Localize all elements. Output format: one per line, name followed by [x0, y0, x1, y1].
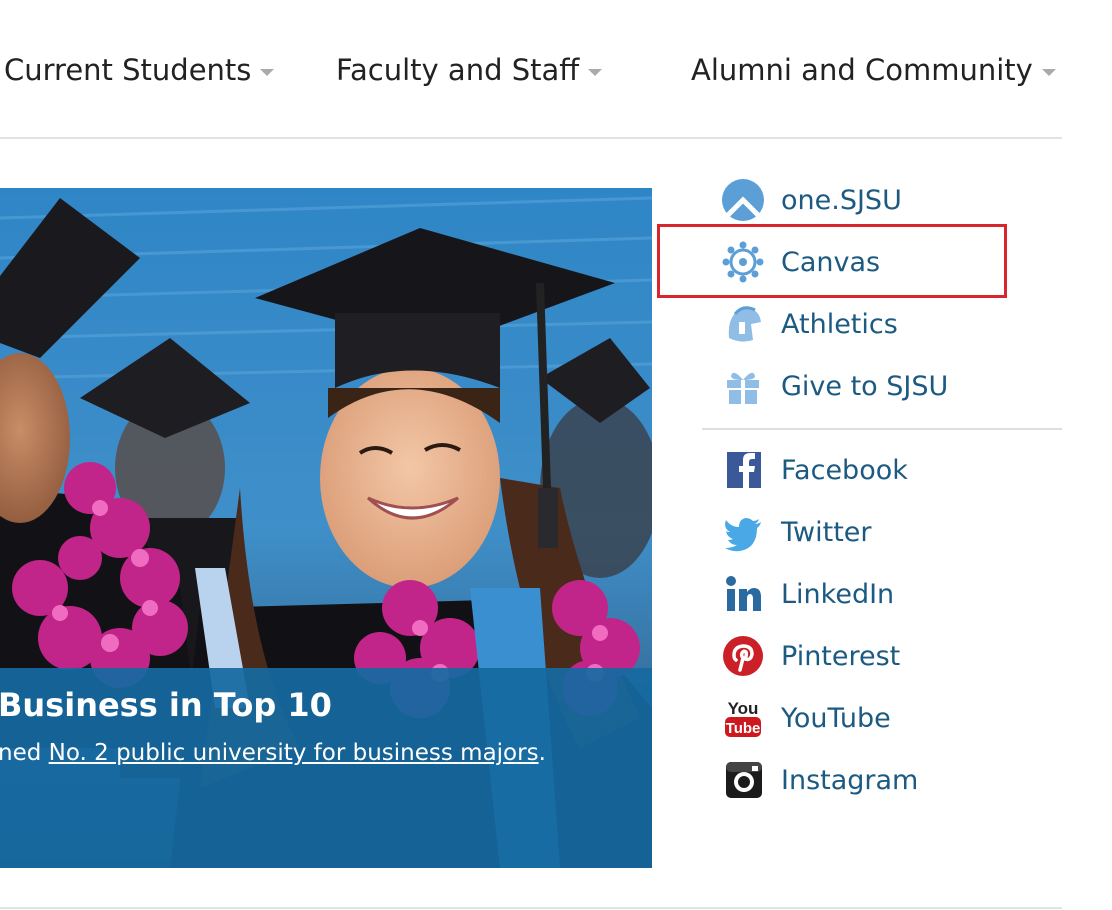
sidebar-link-label: Give to SJSU [781, 370, 949, 402]
twitter-icon [718, 510, 768, 554]
sidebar-link-give[interactable]: Give to SJSU [718, 359, 948, 413]
one-sjsu-icon [718, 178, 768, 222]
caret-down-icon [1041, 68, 1056, 76]
caret-down-icon [588, 68, 603, 76]
gift-icon [718, 364, 768, 408]
sidebar-link-label: Facebook [781, 454, 908, 486]
pinterest-icon [718, 634, 768, 678]
nav-label: Faculty and Staff [336, 53, 580, 87]
social-link-instagram[interactable]: Instagram [718, 753, 918, 807]
hero-title: Business in Top 10 [0, 686, 332, 724]
hero-text: ned No. 2 public university for business… [0, 740, 546, 766]
sidebar-link-canvas[interactable]: Canvas [718, 235, 880, 289]
footer-divider [0, 907, 1062, 909]
nav-label: Current Students [4, 53, 252, 87]
svg-text:Tube: Tube [726, 720, 761, 737]
sidebar-link-label: LinkedIn [781, 578, 895, 610]
caret-down-icon [260, 68, 275, 76]
sidebar-link-label: Twitter [781, 516, 872, 548]
hero-slide[interactable]: Business in Top 10 ned No. 2 public univ… [0, 188, 652, 868]
sidebar-link-label: Canvas [781, 246, 881, 278]
nav-alumni-and-community[interactable]: Alumni and Community [691, 48, 1056, 92]
sidebar-link-athletics[interactable]: Athletics [718, 297, 898, 351]
nav-current-students[interactable]: Current Students [4, 48, 275, 92]
sidebar-link-label: YouTube [781, 702, 891, 734]
hero-text-suffix: . [538, 740, 546, 766]
sidebar-link-label: one.SJSU [781, 184, 902, 216]
social-link-youtube[interactable]: You Tube YouTube [718, 691, 891, 745]
canvas-icon [718, 240, 768, 284]
nav-divider [0, 137, 1062, 139]
nav-label: Alumni and Community [691, 53, 1033, 87]
sidebar-link-label: Athletics [781, 308, 898, 340]
main-nav: Current Students Faculty and Staff Alumn… [0, 0, 1112, 140]
sidebar-link-label: Instagram [781, 764, 919, 796]
sidebar-divider [702, 428, 1062, 430]
facebook-icon [718, 448, 768, 492]
hero-caption: Business in Top 10 ned No. 2 public univ… [0, 668, 652, 868]
social-link-twitter[interactable]: Twitter [718, 505, 872, 559]
instagram-icon [718, 758, 768, 802]
linkedin-icon [718, 572, 768, 616]
sidebar-link-label: Pinterest [781, 640, 901, 672]
social-link-linkedin[interactable]: LinkedIn [718, 567, 894, 621]
svg-text:You: You [728, 699, 759, 718]
hero-link[interactable]: No. 2 public university for business maj… [49, 740, 539, 766]
youtube-icon: You Tube [718, 696, 768, 740]
social-link-facebook[interactable]: Facebook [718, 443, 908, 497]
spartan-helmet-icon [718, 302, 768, 346]
hero-text-prefix: ned [0, 740, 49, 766]
social-link-pinterest[interactable]: Pinterest [718, 629, 900, 683]
nav-faculty-and-staff[interactable]: Faculty and Staff [336, 48, 603, 92]
sidebar-link-one-sjsu[interactable]: one.SJSU [718, 173, 902, 227]
